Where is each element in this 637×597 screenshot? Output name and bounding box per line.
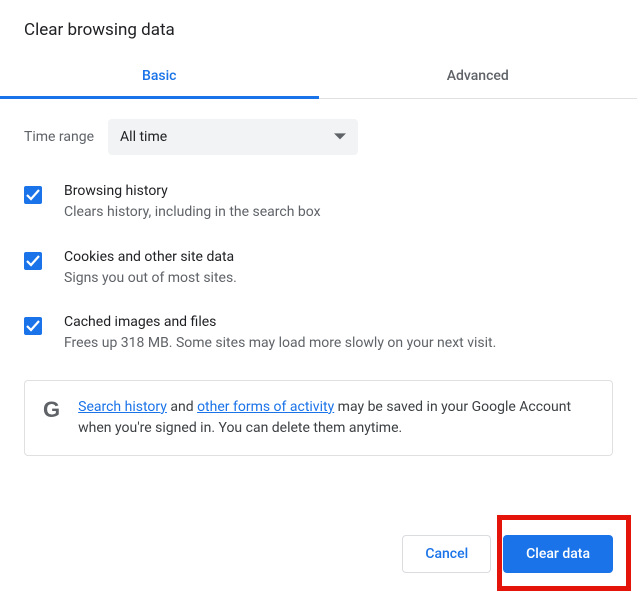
google-account-notice: G Search history and other forms of acti… bbox=[24, 380, 613, 456]
option-cache: Cached images and files Frees up 318 MB.… bbox=[24, 314, 613, 354]
option-title: Cookies and other site data bbox=[64, 249, 613, 265]
option-desc: Frees up 318 MB. Some sites may load mor… bbox=[64, 334, 613, 354]
notice-text: Search history and other forms of activi… bbox=[78, 397, 594, 439]
checkbox-cookies[interactable] bbox=[24, 252, 42, 270]
time-range-value: All time bbox=[120, 129, 167, 145]
notice-text-mid: and bbox=[167, 399, 197, 415]
time-range-label: Time range bbox=[24, 129, 94, 145]
dialog-body: Time range All time Browsing history Cle… bbox=[0, 99, 637, 456]
dialog-footer: Cancel Clear data bbox=[402, 535, 613, 573]
clear-data-button-label: Clear data bbox=[526, 546, 590, 562]
clear-browsing-data-dialog: Clear browsing data Basic Advanced Time … bbox=[0, 0, 637, 456]
checkbox-browsing-history[interactable] bbox=[24, 186, 42, 204]
clear-data-button[interactable]: Clear data bbox=[503, 535, 613, 573]
tab-advanced[interactable]: Advanced bbox=[319, 56, 637, 98]
option-desc: Clears history, including in the search … bbox=[64, 203, 613, 223]
other-activity-link[interactable]: other forms of activity bbox=[197, 399, 334, 415]
time-range-row: Time range All time bbox=[24, 119, 613, 155]
option-browsing-history: Browsing history Clears history, includi… bbox=[24, 183, 613, 223]
tabs: Basic Advanced bbox=[0, 56, 637, 99]
dialog-title: Clear browsing data bbox=[0, 0, 637, 56]
search-history-link[interactable]: Search history bbox=[78, 399, 167, 415]
time-range-select[interactable]: All time bbox=[108, 119, 358, 155]
option-title: Cached images and files bbox=[64, 314, 613, 330]
tab-basic-label: Basic bbox=[142, 68, 176, 84]
tab-advanced-label: Advanced bbox=[447, 68, 509, 84]
chevron-down-icon bbox=[334, 131, 346, 143]
tab-basic[interactable]: Basic bbox=[0, 56, 319, 98]
cancel-button[interactable]: Cancel bbox=[402, 535, 491, 573]
google-g-icon: G bbox=[43, 399, 60, 421]
option-cookies: Cookies and other site data Signs you ou… bbox=[24, 249, 613, 289]
checkbox-cache[interactable] bbox=[24, 317, 42, 335]
option-desc: Signs you out of most sites. bbox=[64, 269, 613, 289]
option-title: Browsing history bbox=[64, 183, 613, 199]
cancel-button-label: Cancel bbox=[425, 546, 468, 562]
